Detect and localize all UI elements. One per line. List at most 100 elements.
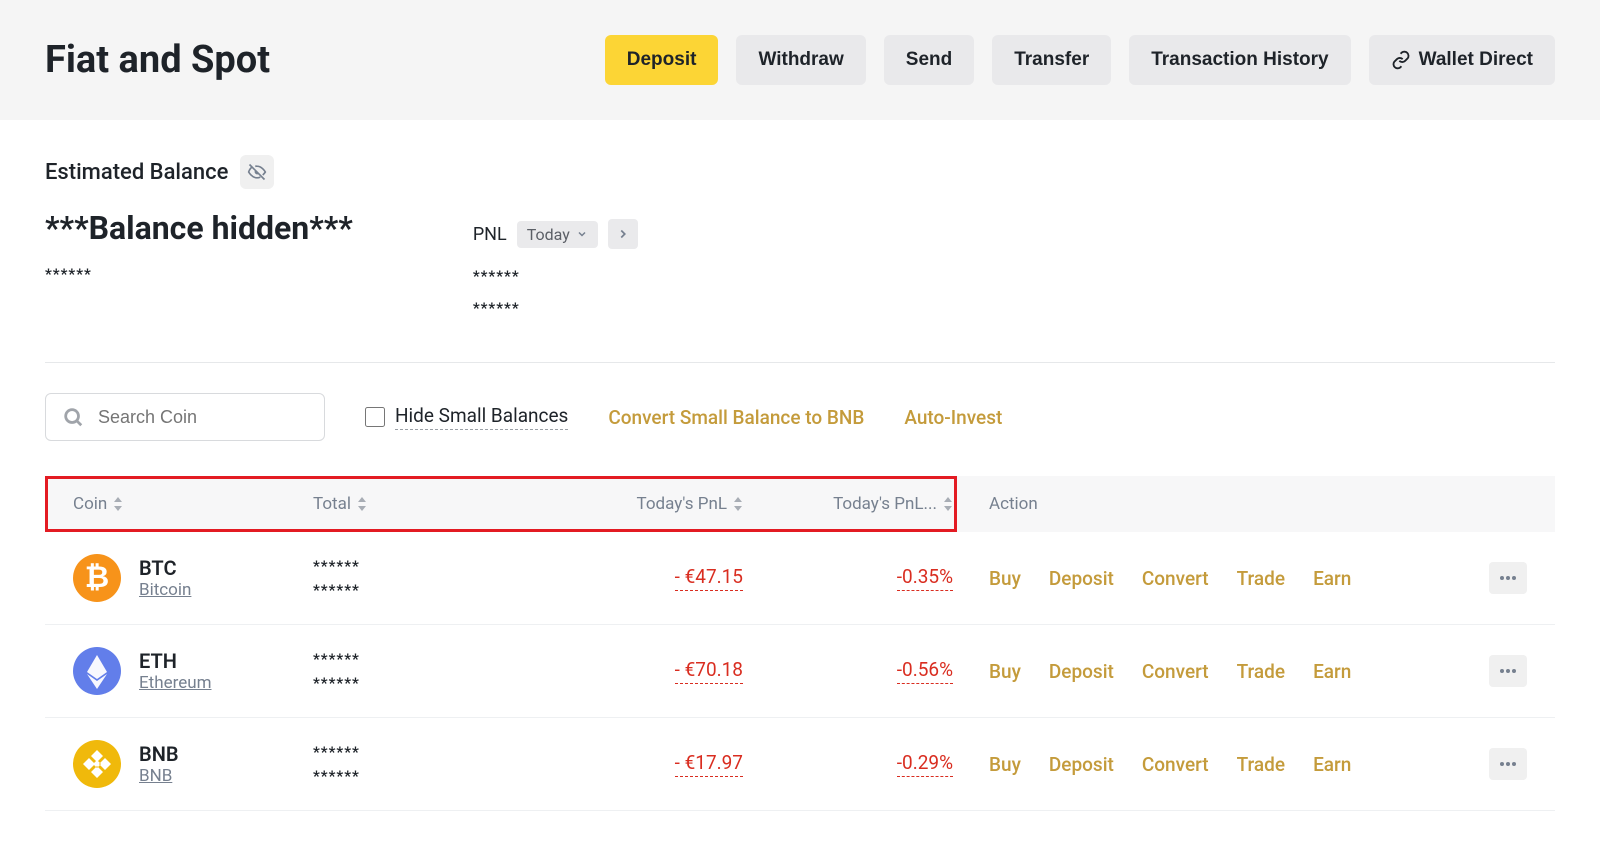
col-header-pnl-pct-label: Today's PnL... [833,494,937,514]
earn-link[interactable]: Earn [1313,660,1351,683]
deposit-link[interactable]: Deposit [1049,660,1114,683]
col-header-total-label: Total [313,494,351,514]
deposit-link[interactable]: Deposit [1049,753,1114,776]
pnl-hidden-2: ****** [473,299,638,317]
balance-hidden-text: ***Balance hidden*** [45,209,353,247]
search-coin-wrap[interactable] [45,393,325,441]
sort-icon [733,497,743,511]
trade-link[interactable]: Trade [1237,567,1285,590]
table-header: Coin Total Today's PnL Today's PnL... [45,476,1555,532]
top-bar: Fiat and Spot Deposit Withdraw Send Tran… [0,0,1600,120]
wallet-direct-button[interactable]: Wallet Direct [1369,35,1555,85]
total-hidden-2: ****** [313,674,543,692]
pnl-range-text: Today [527,225,570,244]
hide-small-balances-checkbox[interactable] [365,407,385,427]
pnl-pct-value: -0.29% [897,751,953,777]
pnl-value: - €47.15 [675,565,743,591]
coin-name-link[interactable]: BNB [139,766,179,786]
pnl-label: PNL [473,224,507,245]
btc-icon [73,554,121,602]
coin-symbol: ETH [139,649,212,673]
actions-cell: Buy Deposit Convert Trade Earn [963,748,1527,780]
earn-link[interactable]: Earn [1313,567,1351,590]
balance-label-row: Estimated Balance [45,155,1555,189]
coin-name-link[interactable]: Ethereum [139,673,212,693]
total-cell: ****** ****** [313,650,543,692]
coin-symbol: BNB [139,742,179,766]
sort-icon [943,497,953,511]
eth-icon [73,647,121,695]
col-header-action: Action [963,494,1527,514]
coin-name-link[interactable]: Bitcoin [139,580,191,600]
total-hidden-1: ****** [313,557,543,575]
col-header-pnl[interactable]: Today's PnL [543,494,763,514]
pnl-header-row: PNL Today [473,219,638,249]
transfer-button[interactable]: Transfer [992,35,1111,85]
more-actions-button[interactable] [1489,655,1527,687]
pnl-cell: - €47.15 [543,565,763,591]
pnl-value: - €70.18 [675,658,743,684]
content: Estimated Balance ***Balance hidden*** *… [0,120,1600,846]
convert-link[interactable]: Convert [1142,567,1209,590]
bnb-icon [73,740,121,788]
pnl-value: - €17.97 [675,751,743,777]
total-hidden-1: ****** [313,650,543,668]
pnl-pct-cell: -0.29% [763,751,963,777]
link-icon [1391,50,1411,70]
wallet-direct-label: Wallet Direct [1419,49,1533,71]
send-button[interactable]: Send [884,35,974,85]
more-actions-button[interactable] [1489,562,1527,594]
more-actions-button[interactable] [1489,748,1527,780]
earn-link[interactable]: Earn [1313,753,1351,776]
convert-small-balance-link[interactable]: Convert Small Balance to BNB [608,406,864,429]
col-header-total[interactable]: Total [313,494,543,514]
balance-area: ***Balance hidden*** ****** PNL Today ** [45,209,1555,317]
total-cell: ****** ****** [313,557,543,599]
table-row: BTC Bitcoin ****** ****** - €47.15 -0.35… [45,532,1555,625]
coin-cell: ETH Ethereum [73,647,313,695]
divider [45,362,1555,363]
hide-small-balances-wrap: Hide Small Balances [365,404,568,430]
convert-link[interactable]: Convert [1142,753,1209,776]
pnl-range-dropdown[interactable]: Today [517,221,598,248]
page-title: Fiat and Spot [45,38,270,82]
total-hidden-1: ****** [313,743,543,761]
buy-link[interactable]: Buy [989,753,1021,776]
toggle-visibility-button[interactable] [240,155,274,189]
chevron-right-icon [616,227,630,241]
table-row: BNB BNB ****** ****** - €17.97 -0.29% Bu… [45,718,1555,811]
hide-small-balances-label: Hide Small Balances [395,404,568,430]
buy-link[interactable]: Buy [989,660,1021,683]
total-hidden-2: ****** [313,581,543,599]
actions-cell: Buy Deposit Convert Trade Earn [963,562,1527,594]
eye-off-icon [247,162,267,182]
actions-cell: Buy Deposit Convert Trade Earn [963,655,1527,687]
convert-link[interactable]: Convert [1142,660,1209,683]
sort-icon [357,497,367,511]
deposit-button[interactable]: Deposit [605,35,719,85]
transaction-history-button[interactable]: Transaction History [1129,35,1350,85]
withdraw-button[interactable]: Withdraw [736,35,865,85]
pnl-cell: - €17.97 [543,751,763,777]
balance-left: ***Balance hidden*** ****** [45,209,353,283]
pnl-pct-cell: -0.56% [763,658,963,684]
pnl-pct-value: -0.56% [897,658,953,684]
auto-invest-link[interactable]: Auto-Invest [904,406,1002,429]
trade-link[interactable]: Trade [1237,753,1285,776]
total-hidden-2: ****** [313,767,543,785]
balances-table: Coin Total Today's PnL Today's PnL... [45,476,1555,811]
total-cell: ****** ****** [313,743,543,785]
filters-row: Hide Small Balances Convert Small Balanc… [45,393,1555,441]
col-header-pnl-pct[interactable]: Today's PnL... [763,494,963,514]
coin-cell: BTC Bitcoin [73,554,313,602]
estimated-balance-label: Estimated Balance [45,160,228,185]
sort-icon [113,497,123,511]
deposit-link[interactable]: Deposit [1049,567,1114,590]
top-actions: Deposit Withdraw Send Transfer Transacti… [605,35,1555,85]
col-header-coin[interactable]: Coin [73,494,313,514]
pnl-next-button[interactable] [608,219,638,249]
pnl-pct-value: -0.35% [897,565,953,591]
trade-link[interactable]: Trade [1237,660,1285,683]
buy-link[interactable]: Buy [989,567,1021,590]
search-coin-input[interactable] [98,407,330,428]
